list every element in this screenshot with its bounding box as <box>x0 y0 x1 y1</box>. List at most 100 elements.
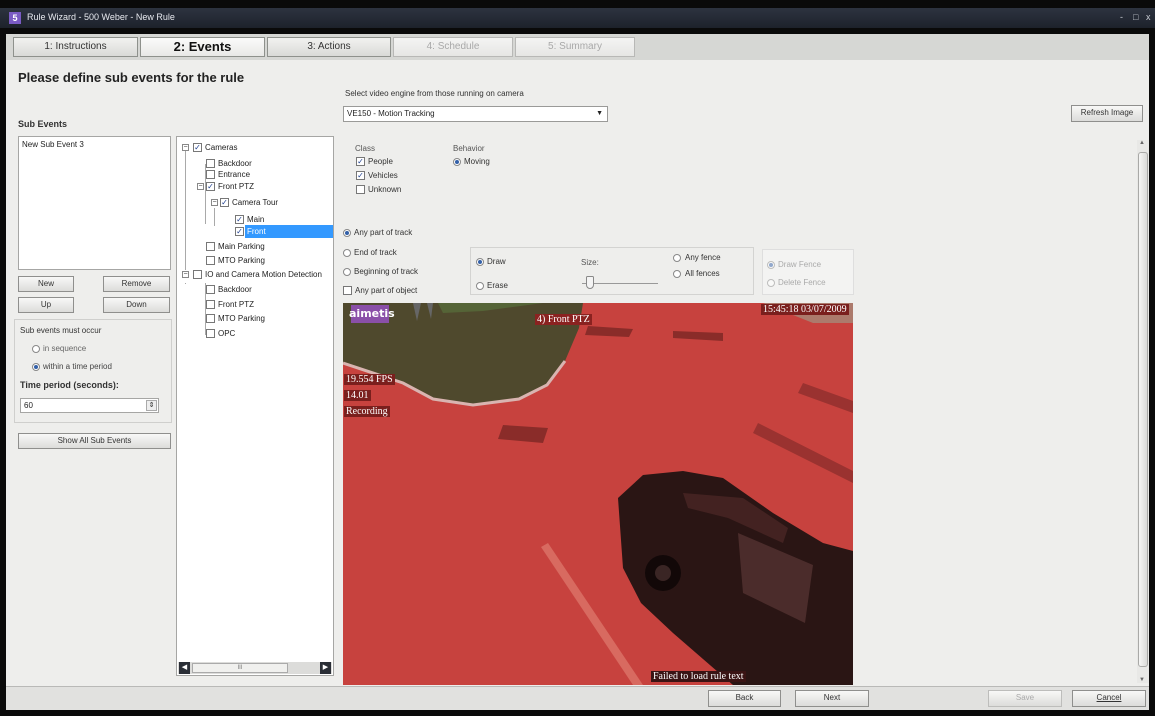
chevron-down-icon: ▼ <box>596 110 603 117</box>
tree-item-io-backdoor[interactable]: Backdoor <box>218 285 252 294</box>
tree-item-mto-parking[interactable]: MTO Parking <box>218 256 265 265</box>
tree-item-io-front-ptz[interactable]: Front PTZ <box>218 300 254 309</box>
cameras-checkbox[interactable]: ✓ <box>193 143 202 152</box>
list-item[interactable]: New Sub Event 3 <box>22 140 84 149</box>
tree-item-backdoor[interactable]: Backdoor <box>218 159 252 168</box>
scroll-up-icon[interactable]: ▲ <box>1139 140 1145 146</box>
tab-actions[interactable]: 3: Actions <box>267 37 391 57</box>
tree-item-front[interactable]: Front <box>247 227 266 236</box>
any-part-object-checkbox[interactable] <box>343 286 352 295</box>
entrance-checkbox[interactable] <box>206 170 215 179</box>
new-button[interactable]: New <box>18 276 74 292</box>
tree-horizontal-scrollbar[interactable]: ◀ III ▶ <box>178 662 332 674</box>
mto-parking-checkbox[interactable] <box>206 256 215 265</box>
tab-events[interactable]: 2: Events <box>140 37 265 57</box>
draw-radio[interactable] <box>476 258 484 266</box>
main-checkbox[interactable]: ✓ <box>235 215 244 224</box>
main-parking-checkbox[interactable] <box>206 242 215 251</box>
down-button[interactable]: Down <box>103 297 170 313</box>
vertical-scrollbar[interactable]: ▲ ▼ <box>1137 140 1149 683</box>
video-timestamp: 15:45:18 03/07/2009 <box>761 304 849 315</box>
io-mto-parking-checkbox[interactable] <box>206 314 215 323</box>
tree-item-cameras[interactable]: Cameras <box>205 143 237 152</box>
any-fence-radio[interactable] <box>673 254 681 262</box>
vehicles-checkbox[interactable]: ✓ <box>356 171 365 180</box>
up-button[interactable]: Up <box>18 297 74 313</box>
all-fences-radio[interactable] <box>673 270 681 278</box>
any-part-track-label: Any part of track <box>354 228 413 237</box>
engine-select[interactable]: VE150 - Motion Tracking ▼ <box>343 106 608 122</box>
class-label: Class <box>355 144 376 153</box>
any-part-track-radio[interactable] <box>343 229 351 237</box>
io-opc-checkbox[interactable] <box>206 329 215 338</box>
cancel-button[interactable]: Cancel <box>1072 690 1146 707</box>
tree-item-io-mto-parking[interactable]: MTO Parking <box>218 314 265 323</box>
moving-radio[interactable] <box>453 158 461 166</box>
sub-events-list[interactable]: New Sub Event 3 <box>18 136 171 270</box>
collapse-icon[interactable]: − <box>182 144 189 151</box>
tree-item-main-parking[interactable]: Main Parking <box>218 242 265 251</box>
front-checkbox[interactable]: ✓ <box>235 227 244 236</box>
remove-button[interactable]: Remove <box>103 276 170 292</box>
tree-item-camera-tour[interactable]: Camera Tour <box>232 198 278 207</box>
people-checkbox[interactable]: ✓ <box>356 157 365 166</box>
draw-fence-label: Draw Fence <box>778 260 822 269</box>
delete-fence-label: Delete Fence <box>778 278 826 287</box>
tab-schedule[interactable]: 4: Schedule <box>393 37 513 57</box>
show-all-sub-events-button[interactable]: Show All Sub Events <box>18 433 171 449</box>
tree-item-front-ptz[interactable]: Front PTZ <box>218 182 254 191</box>
tab-summary[interactable]: 5: Summary <box>515 37 635 57</box>
front-ptz-checkbox[interactable]: ✓ <box>206 182 215 191</box>
maximize-button[interactable]: □ <box>1133 12 1138 22</box>
any-part-object-label: Any part of object <box>355 286 418 295</box>
collapse-icon[interactable]: − <box>211 199 218 206</box>
io-motion-checkbox[interactable] <box>193 270 202 279</box>
camera-tour-checkbox[interactable]: ✓ <box>220 198 229 207</box>
beginning-track-label: Beginning of track <box>354 267 419 276</box>
refresh-image-button[interactable]: Refresh Image <box>1071 105 1143 122</box>
delete-fence-radio[interactable] <box>767 279 775 287</box>
beginning-track-radio[interactable] <box>343 268 351 276</box>
scroll-left-icon[interactable]: ◀ <box>179 662 190 674</box>
period-input[interactable]: 60 ⇕ <box>20 398 159 413</box>
save-button[interactable]: Save <box>988 690 1062 707</box>
scroll-right-icon[interactable]: ▶ <box>320 662 331 674</box>
end-track-label: End of track <box>354 248 397 257</box>
close-button[interactable]: x <box>1146 12 1151 22</box>
unknown-checkbox[interactable] <box>356 185 365 194</box>
camera-tree[interactable]: − ✓ Cameras Backdoor Entrance − ✓ Front … <box>176 136 334 676</box>
scroll-down-icon[interactable]: ▼ <box>1139 677 1145 683</box>
wizard-step-bar: 1: Instructions 2: Events 3: Actions 4: … <box>6 34 1149 60</box>
size-slider-handle[interactable] <box>586 276 594 289</box>
scroll-thumb[interactable] <box>1138 152 1148 667</box>
tree-item-entrance[interactable]: Entrance <box>218 170 250 179</box>
size-label: Size: <box>581 258 599 267</box>
period-radio[interactable] <box>32 363 40 371</box>
video-status-footer: Failed to load rule text <box>651 671 746 682</box>
erase-radio[interactable] <box>476 282 484 290</box>
io-front-ptz-checkbox[interactable] <box>206 300 215 309</box>
tree-item-io-opc[interactable]: OPC <box>218 329 235 338</box>
sequence-label: in sequence <box>43 344 87 353</box>
all-fences-label: All fences <box>685 269 720 278</box>
backdoor-checkbox[interactable] <box>206 159 215 168</box>
minimize-button[interactable]: - <box>1120 12 1123 22</box>
sequence-radio[interactable] <box>32 345 40 353</box>
spinner-icon[interactable]: ⇕ <box>146 400 157 411</box>
camera-video-canvas[interactable]: aimetis 4) Front PTZ 15:45:18 03/07/2009… <box>343 303 853 685</box>
end-track-radio[interactable] <box>343 249 351 257</box>
camera-name-label: 4) Front PTZ <box>535 314 592 325</box>
camera-scene <box>343 303 853 685</box>
tree-item-main[interactable]: Main <box>247 215 264 224</box>
people-label: People <box>368 157 393 166</box>
scroll-thumb[interactable]: III <box>192 663 288 673</box>
back-button[interactable]: Back <box>708 690 781 707</box>
io-backdoor-checkbox[interactable] <box>206 285 215 294</box>
tree-item-io-motion[interactable]: IO and Camera Motion Detection <box>205 270 322 279</box>
draw-fence-radio[interactable] <box>767 261 775 269</box>
collapse-icon[interactable]: − <box>182 271 189 278</box>
footer-bar: Back Next Save Cancel <box>6 686 1149 710</box>
collapse-icon[interactable]: − <box>197 183 204 190</box>
next-button[interactable]: Next <box>795 690 869 707</box>
tab-instructions[interactable]: 1: Instructions <box>13 37 138 57</box>
